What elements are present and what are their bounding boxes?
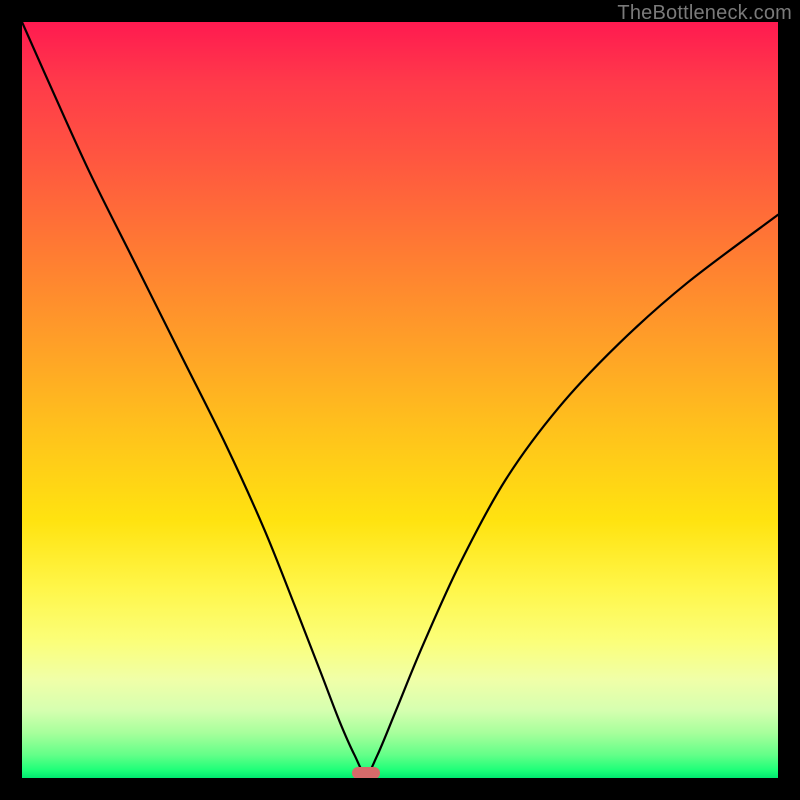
- bottleneck-curve: [22, 22, 778, 774]
- plot-area: [22, 22, 778, 778]
- optimal-marker: [352, 767, 380, 778]
- curve-svg: [22, 22, 778, 778]
- chart-frame: TheBottleneck.com: [0, 0, 800, 800]
- watermark-text: TheBottleneck.com: [617, 2, 792, 25]
